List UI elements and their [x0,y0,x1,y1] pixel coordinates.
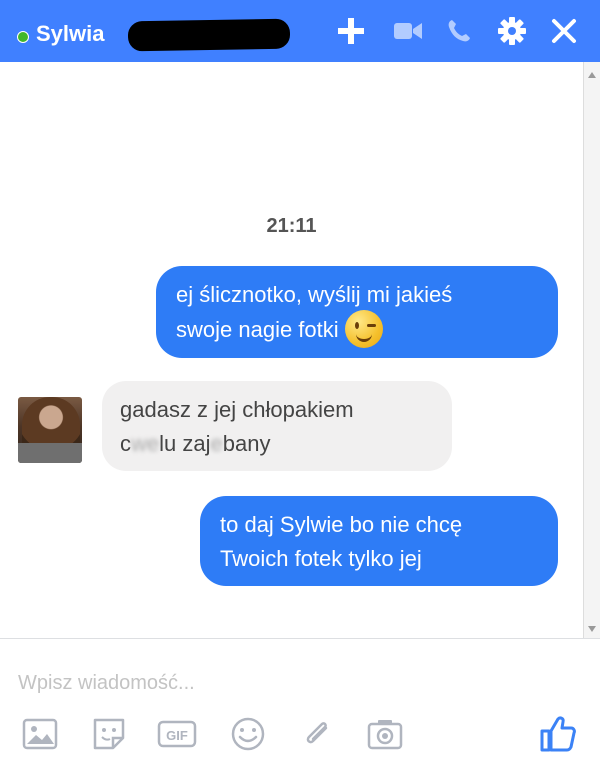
scroll-down-arrow[interactable] [588,626,596,632]
composer-divider [0,638,600,639]
message-line: gadasz z jej chłopakiem [120,397,354,422]
like-thumbs-up-icon[interactable] [538,714,578,754]
online-status-dot [17,31,29,43]
blurred-text: e [210,431,223,456]
gif-icon[interactable]: GIF [157,714,197,754]
contact-avatar[interactable] [18,397,82,463]
sticker-icon[interactable] [89,714,129,754]
emoji-icon[interactable] [228,714,268,754]
winking-face-emoji-icon [344,310,383,348]
message-line: Twoich fotek tylko jej [220,546,422,571]
scroll-up-arrow[interactable] [588,72,596,78]
close-icon[interactable] [546,12,582,50]
chat-header: Sylwia [0,0,600,62]
contact-name[interactable]: Sylwia [36,20,104,48]
message-line: ej ślicznotko, wyślij mi jakieś [176,282,453,307]
outgoing-message-bubble[interactable]: to daj Sylwie bo nie chcę Twoich fotek t… [200,496,558,586]
photo-icon[interactable] [20,714,60,754]
redacted-surname [127,18,291,52]
message-input[interactable]: Wpisz wiadomość... [18,668,195,698]
camera-icon[interactable] [365,714,405,754]
scrollbar[interactable] [583,62,600,638]
outgoing-message-bubble[interactable]: ej ślicznotko, wyślij mi jakieś swoje na… [156,266,558,358]
message-timestamp: 21:11 [266,215,317,237]
add-person-icon[interactable] [333,12,369,50]
message-line: to daj Sylwie bo nie chcę [220,512,463,537]
message-line-with-emoji: swoje nagie fotki [176,310,538,350]
settings-gear-icon[interactable] [494,12,530,50]
message-line-censored: cwelu zajebany [120,431,271,456]
svg-text:GIF: GIF [166,728,188,743]
video-call-icon[interactable] [390,12,426,50]
message-line: swoje nagie fotki [176,316,339,342]
voice-call-icon[interactable] [441,12,477,50]
attachment-icon[interactable] [297,714,337,754]
blurred-text: we [131,431,160,456]
incoming-message-bubble[interactable]: gadasz z jej chłopakiem cwelu zajebany [102,381,452,471]
